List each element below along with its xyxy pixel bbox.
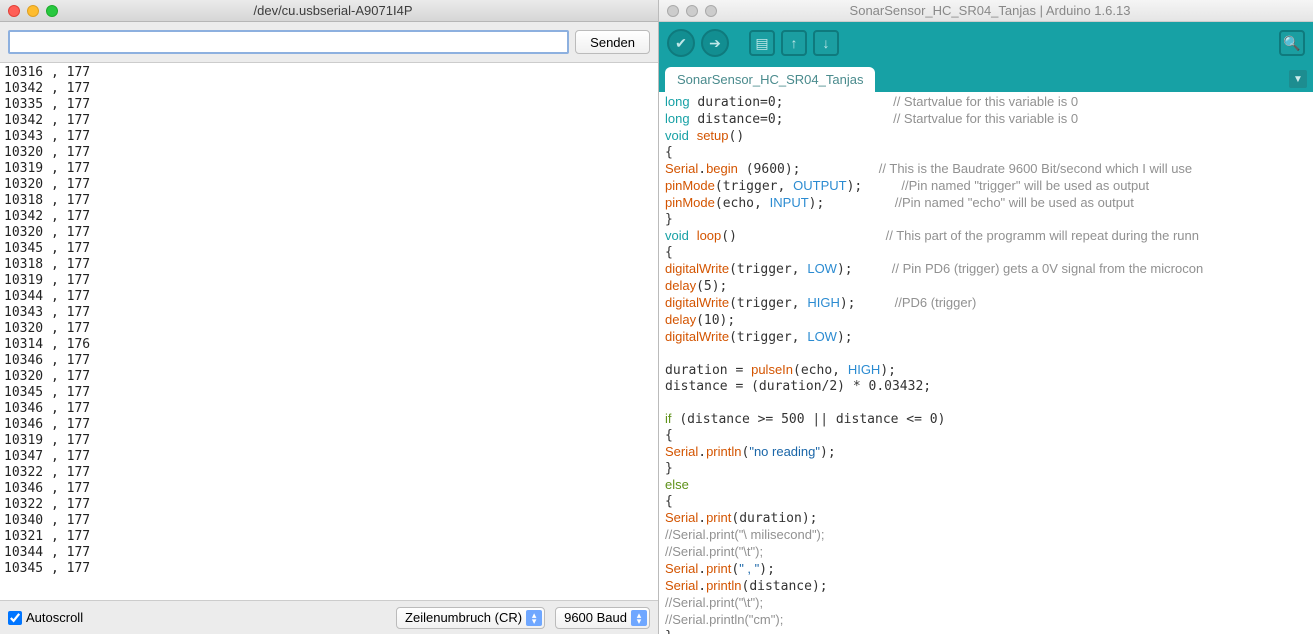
- zoom-icon[interactable]: [46, 5, 58, 17]
- minimize-icon[interactable]: [27, 5, 39, 17]
- serial-title: /dev/cu.usbserial-A9071I4P: [66, 3, 600, 18]
- traffic-lights: [667, 5, 717, 17]
- baud-value: 9600 Baud: [564, 610, 627, 625]
- chevron-updown-icon: ▴▾: [526, 610, 542, 626]
- ide-title: SonarSensor_HC_SR04_Tanjas | Arduino 1.6…: [725, 3, 1255, 18]
- line-ending-select[interactable]: Zeilenumbruch (CR) ▴▾: [396, 607, 545, 629]
- serial-input[interactable]: [8, 30, 569, 54]
- upload-button[interactable]: ➔: [701, 29, 729, 57]
- send-button[interactable]: Senden: [575, 30, 650, 54]
- ide-toolbar: ✔ ➔ ▤ ↑ ↓ 🔍: [659, 22, 1313, 64]
- autoscroll-checkbox[interactable]: [8, 611, 22, 625]
- serial-input-row: Senden: [0, 22, 658, 63]
- arduino-ide-window: SonarSensor_HC_SR04_Tanjas | Arduino 1.6…: [659, 0, 1313, 634]
- code-editor[interactable]: long duration=0; // Startvalue for this …: [659, 92, 1313, 634]
- serial-bottombar: Autoscroll Zeilenumbruch (CR) ▴▾ 9600 Ba…: [0, 600, 658, 634]
- serial-titlebar: /dev/cu.usbserial-A9071I4P: [0, 0, 658, 22]
- sketch-tab[interactable]: SonarSensor_HC_SR04_Tanjas: [665, 67, 875, 92]
- line-ending-value: Zeilenumbruch (CR): [405, 610, 522, 625]
- chevron-updown-icon: ▴▾: [631, 610, 647, 626]
- serial-output[interactable]: 10316 , 177 10342 , 177 10335 , 177 1034…: [0, 63, 658, 600]
- autoscroll-toggle[interactable]: Autoscroll: [8, 610, 386, 625]
- minimize-icon[interactable]: [686, 5, 698, 17]
- zoom-icon[interactable]: [705, 5, 717, 17]
- ide-titlebar: SonarSensor_HC_SR04_Tanjas | Arduino 1.6…: [659, 0, 1313, 22]
- serial-monitor-button[interactable]: 🔍: [1279, 30, 1305, 56]
- close-icon[interactable]: [8, 5, 20, 17]
- new-sketch-button[interactable]: ▤: [749, 30, 775, 56]
- traffic-lights: [8, 5, 58, 17]
- open-sketch-button[interactable]: ↑: [781, 30, 807, 56]
- autoscroll-label: Autoscroll: [26, 610, 83, 625]
- baud-select[interactable]: 9600 Baud ▴▾: [555, 607, 650, 629]
- verify-button[interactable]: ✔: [667, 29, 695, 57]
- serial-monitor-window: /dev/cu.usbserial-A9071I4P Senden 10316 …: [0, 0, 659, 634]
- close-icon[interactable]: [667, 5, 679, 17]
- tab-menu-button[interactable]: ▼: [1289, 70, 1307, 88]
- save-sketch-button[interactable]: ↓: [813, 30, 839, 56]
- tab-bar: SonarSensor_HC_SR04_Tanjas ▼: [659, 64, 1313, 92]
